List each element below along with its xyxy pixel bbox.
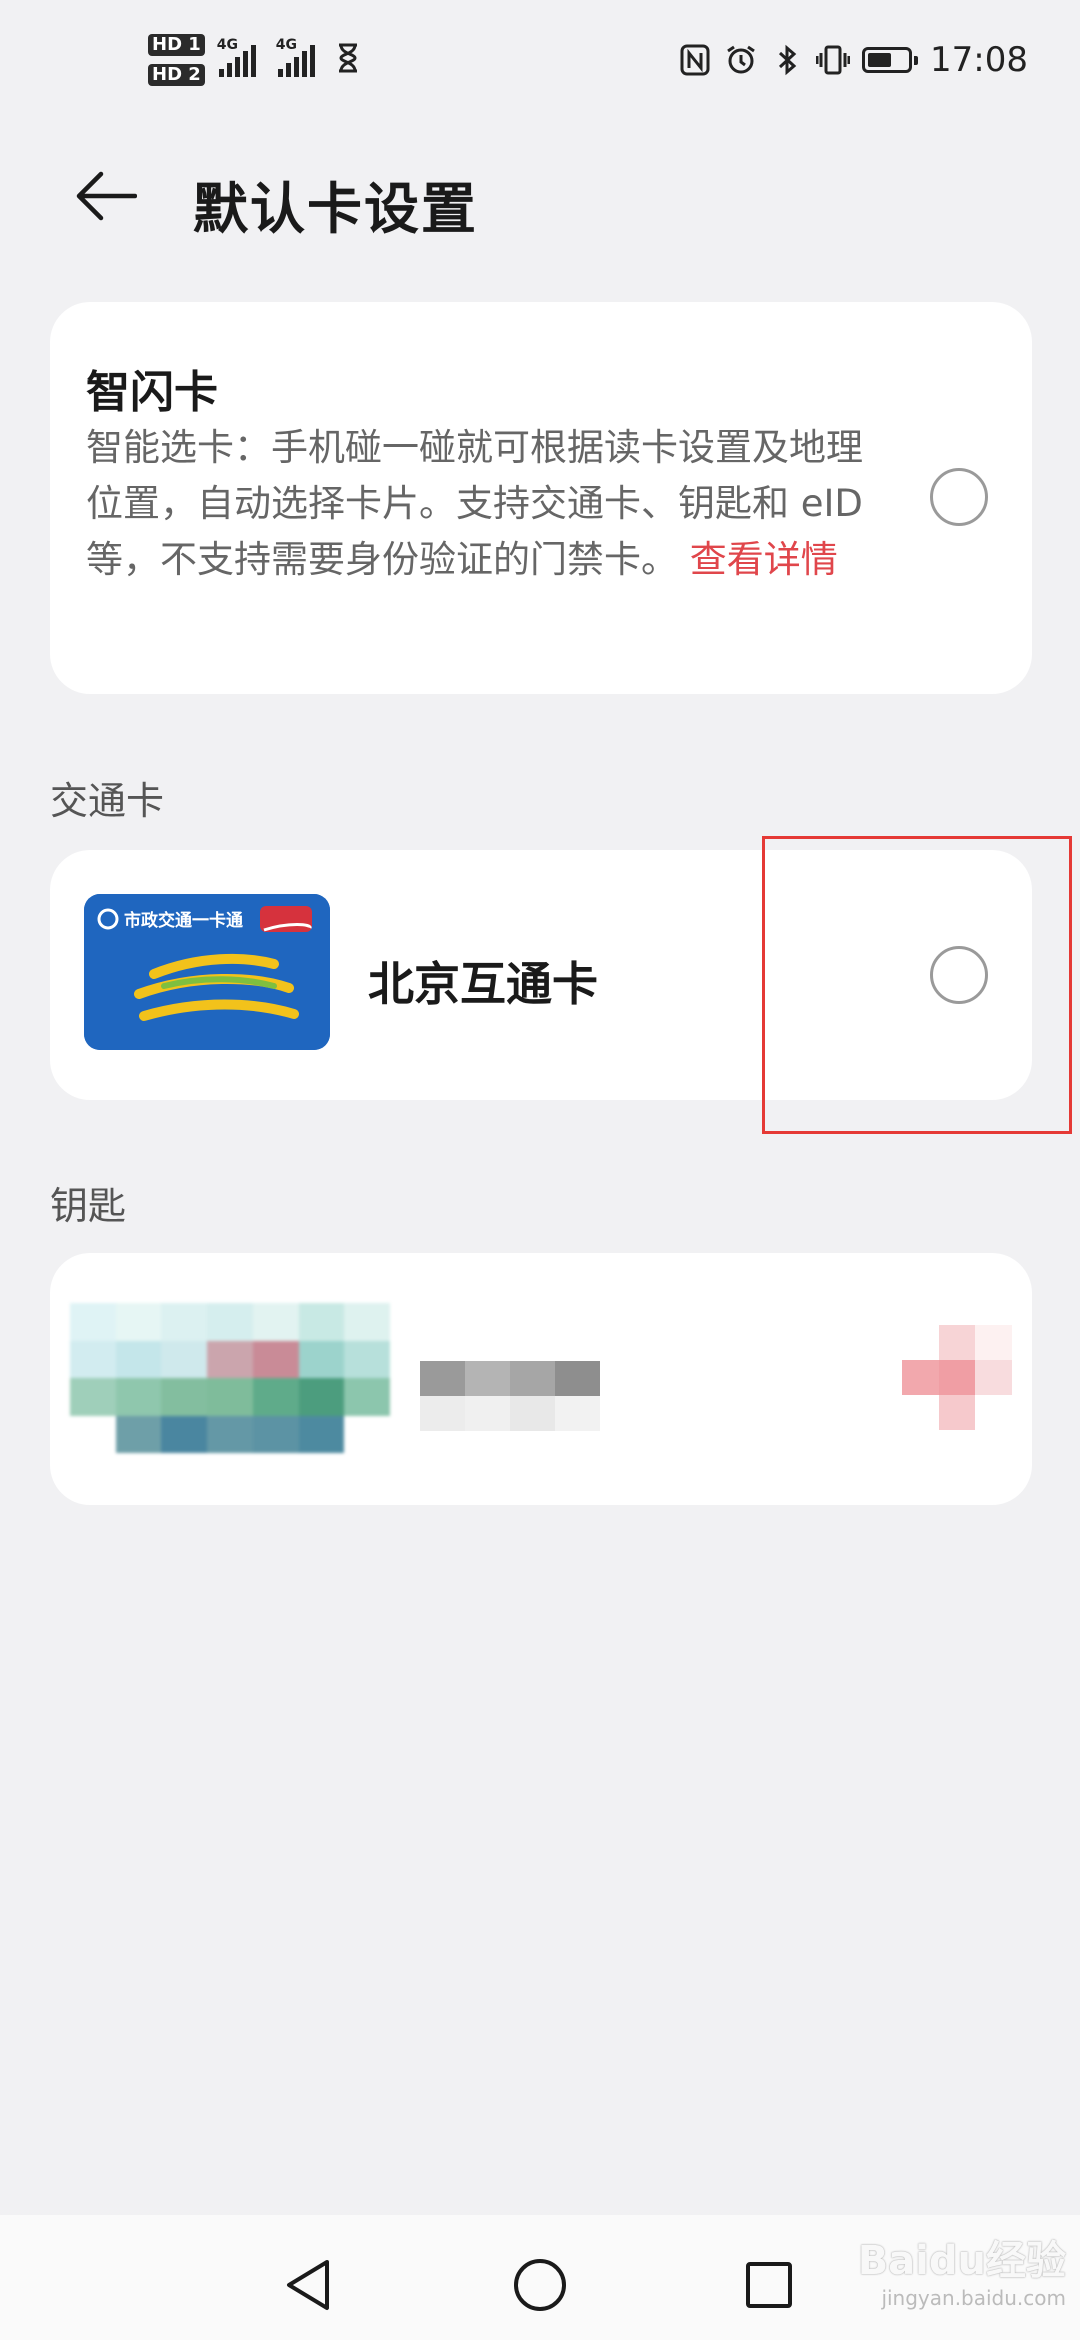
watermark-text: Baidu经验 xyxy=(857,2238,1066,2284)
nfc-icon xyxy=(678,43,712,77)
network2-label: 4G xyxy=(275,37,298,53)
sim-indicators: HD 1 HD 2 xyxy=(148,34,205,86)
status-left: HD 1 HD 2 4G 4G xyxy=(148,34,359,86)
key-card-name-blurred xyxy=(420,1361,600,1431)
status-time: 17:08 xyxy=(930,40,1028,80)
key-section-label: 钥匙 xyxy=(50,1184,127,1228)
key-card-option[interactable] xyxy=(50,1253,1032,1505)
status-bar: HD 1 HD 2 4G 4G 17:08 xyxy=(0,0,1080,130)
watermark-subtext: jingyan.baidu.com xyxy=(881,2286,1066,2310)
square-recents-icon xyxy=(746,2262,792,2308)
bluetooth-icon xyxy=(770,43,804,77)
smart-card-option[interactable]: 智闪卡 智能选卡：手机碰一碰就可根据读卡设置及地理位置，自动选择卡片。支持交通卡… xyxy=(50,302,1032,694)
hourglass-icon xyxy=(337,43,359,77)
smart-card-title: 智闪卡 xyxy=(86,367,218,418)
smart-card-description: 智能选卡：手机碰一碰就可根据读卡设置及地理位置，自动选择卡片。支持交通卡、钥匙和… xyxy=(86,420,866,588)
arrow-left-icon xyxy=(76,171,137,221)
status-right: 17:08 xyxy=(678,40,1028,80)
transit-card-name: 北京互通卡 xyxy=(368,957,598,1011)
transit-card-option[interactable]: 市政交通一卡通 北京互通卡 xyxy=(50,850,1032,1100)
back-button[interactable] xyxy=(66,160,146,232)
transit-card-image: 市政交通一卡通 xyxy=(84,894,330,1050)
nav-recents-button[interactable] xyxy=(737,2253,801,2317)
key-card-image-blurred xyxy=(70,1303,390,1453)
triangle-back-icon xyxy=(287,2260,329,2310)
vibrate-icon xyxy=(816,43,851,77)
app-header: 默认卡设置 xyxy=(0,140,1080,250)
baidu-watermark: Baidu经验 jingyan.baidu.com xyxy=(858,2228,1066,2310)
sim1-indicator: HD 1 xyxy=(148,34,205,56)
network1-label: 4G xyxy=(216,37,239,53)
transit-section-label: 交通卡 xyxy=(50,779,165,823)
transit-card-logo-text: 市政交通一卡通 xyxy=(124,910,243,931)
smart-card-radio[interactable] xyxy=(930,468,988,526)
signal-icon: 4G xyxy=(217,37,256,77)
page-title: 默认卡设置 xyxy=(193,177,479,241)
circle-home-icon xyxy=(514,2259,566,2311)
key-card-radio-blurred[interactable] xyxy=(902,1325,1012,1430)
signal-icon: 4G xyxy=(276,37,315,77)
nav-back-button[interactable] xyxy=(276,2253,340,2317)
battery-icon xyxy=(862,47,919,73)
sim2-indicator: HD 2 xyxy=(148,64,205,86)
view-details-link[interactable]: 查看详情 xyxy=(690,538,838,581)
alarm-icon xyxy=(724,43,758,77)
nav-home-button[interactable] xyxy=(508,2253,572,2317)
transit-card-radio[interactable] xyxy=(930,946,988,1004)
